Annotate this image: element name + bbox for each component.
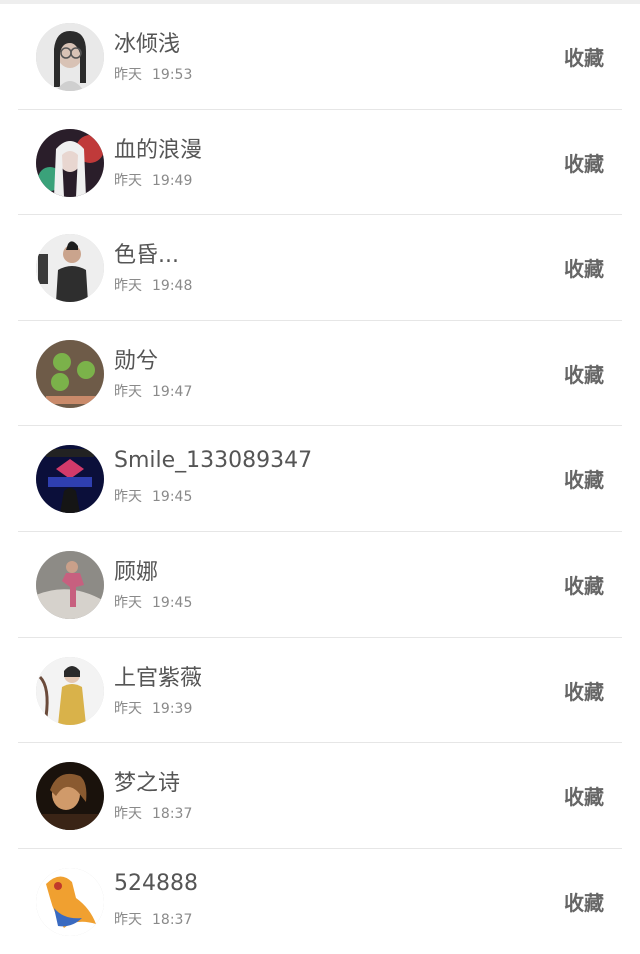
avatar[interactable]	[36, 23, 104, 91]
user-name: 色昏...	[114, 243, 179, 269]
favorite-button[interactable]: 收藏	[564, 570, 604, 599]
visit-time: 昨天 18:37	[114, 911, 193, 928]
favorite-button[interactable]: 收藏	[564, 359, 604, 388]
avatar[interactable]	[36, 656, 104, 725]
avatar[interactable]	[36, 234, 104, 303]
user-name: 冰倾浅	[114, 32, 181, 57]
avatar[interactable]	[36, 867, 104, 936]
avatar[interactable]	[36, 762, 104, 831]
visit-time: 昨天 19:45	[114, 489, 193, 506]
visit-time: 昨天 19:47	[114, 383, 193, 400]
user-name: Smile_133089347	[114, 448, 313, 474]
avatar[interactable]	[36, 339, 104, 408]
list-item[interactable]: 冰倾浅 昨天 19:53 收藏	[0, 4, 640, 110]
list-item[interactable]: 上官紫薇 昨天 19:39 收藏	[0, 638, 640, 744]
list-item[interactable]: Smile_133089347 昨天 19:45 收藏	[0, 426, 640, 532]
list-item[interactable]: 色昏... 昨天 19:48 收藏	[0, 215, 640, 321]
visit-time: 昨天 18:37	[114, 806, 193, 823]
list-item[interactable]: 524888 昨天 18:37 收藏	[0, 849, 640, 954]
list-item[interactable]: 血的浪漫 昨天 19:49 收藏	[0, 110, 640, 216]
favorite-button[interactable]: 收藏	[564, 148, 604, 177]
user-name: 勋兮	[114, 348, 159, 374]
visit-time: 昨天 19:39	[114, 700, 193, 717]
visitor-list: 冰倾浅 昨天 19:53 收藏 血的浪漫 昨天 19:49 收藏 色昏... 昨…	[0, 4, 640, 954]
avatar[interactable]	[36, 445, 104, 514]
visit-time: 昨天 19:45	[114, 594, 193, 611]
favorite-button[interactable]: 收藏	[564, 42, 604, 71]
user-name: 524888	[114, 870, 198, 896]
visit-time: 昨天 19:53	[114, 67, 193, 83]
user-name: 上官紫薇	[114, 665, 203, 691]
list-item[interactable]: 梦之诗 昨天 18:37 收藏	[0, 743, 640, 849]
visit-time: 昨天 19:48	[114, 278, 193, 295]
avatar[interactable]	[36, 550, 104, 619]
favorite-button[interactable]: 收藏	[564, 464, 604, 493]
user-name: 顾娜	[114, 559, 159, 585]
favorite-button[interactable]: 收藏	[564, 781, 604, 810]
favorite-button[interactable]: 收藏	[564, 887, 604, 916]
favorite-button[interactable]: 收藏	[564, 253, 604, 282]
user-name: 血的浪漫	[114, 137, 203, 163]
user-name: 梦之诗	[114, 771, 181, 797]
visit-time: 昨天 19:49	[114, 172, 193, 189]
list-item[interactable]: 顾娜 昨天 19:45 收藏	[0, 532, 640, 638]
favorite-button[interactable]: 收藏	[564, 676, 604, 705]
avatar[interactable]	[36, 128, 104, 197]
list-item[interactable]: 勋兮 昨天 19:47 收藏	[0, 321, 640, 427]
